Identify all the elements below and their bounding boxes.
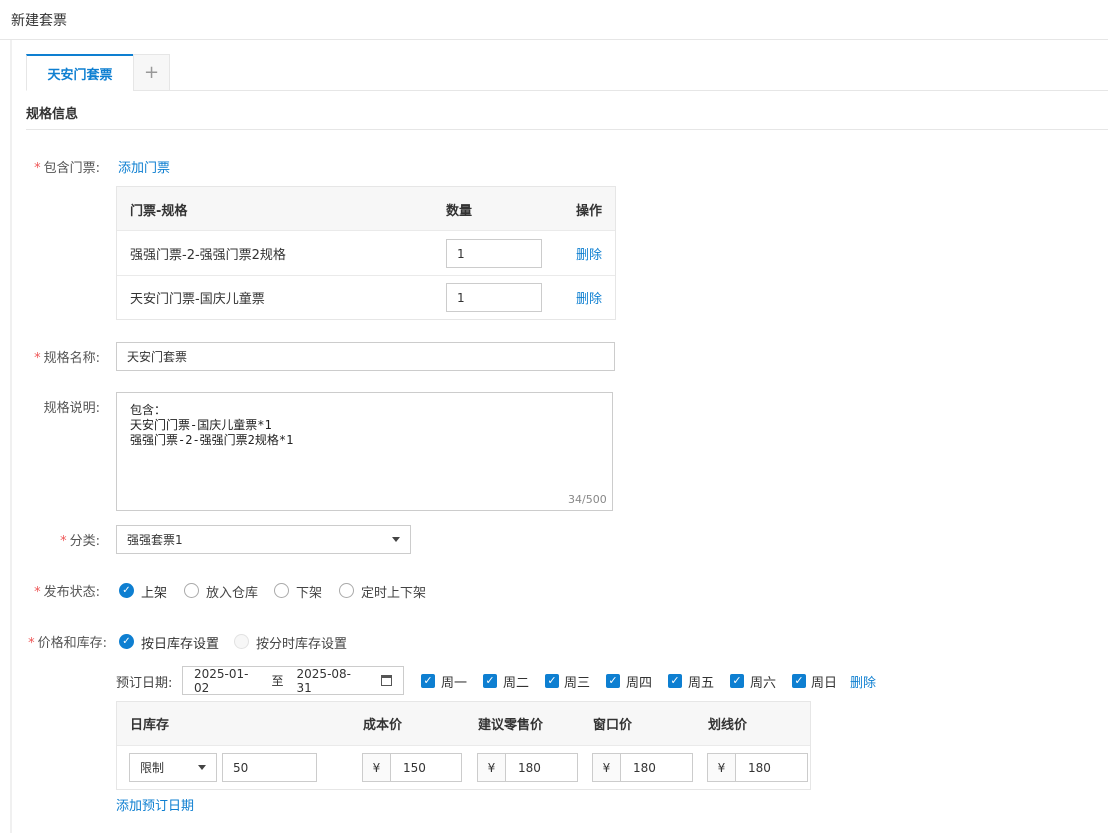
quantity-input[interactable]: 1 (446, 239, 542, 268)
calendar-icon (381, 675, 393, 686)
price-value: 150 (403, 760, 426, 775)
booking-label: 预订日期: (116, 676, 173, 691)
retail-price-field[interactable]: ¥ 180 (477, 753, 578, 782)
ticket-row-name: 天安门门票-国庆儿童票 (130, 292, 265, 307)
spec-name-label: * 规格名称: (34, 351, 100, 366)
start-date: 2025-01-02 (194, 666, 249, 695)
radio-warehouse[interactable] (184, 583, 199, 598)
tab-label: 天安门套票 (47, 67, 113, 83)
price-stock-label: * 价格和库存: (28, 636, 107, 651)
radio-label: 定时上下架 (361, 586, 427, 601)
caret-down-icon (198, 765, 206, 770)
weekday-label: 周一 (441, 676, 468, 691)
strike-price-field[interactable]: ¥ 180 (707, 753, 808, 782)
category-select[interactable]: 强强套票1 (116, 525, 411, 554)
price-table-header (117, 702, 810, 745)
weekday-label: 周二 (503, 676, 530, 691)
checkbox-sun[interactable]: ✓ (792, 674, 806, 688)
checkbox-fri[interactable]: ✓ (668, 674, 682, 688)
col-ticket-spec: 门票-规格 (130, 204, 188, 219)
page-title: 新建套票 (11, 13, 67, 29)
col-action: 操作 (576, 204, 603, 219)
row-divider (117, 745, 810, 746)
section-title: 规格信息 (26, 107, 79, 122)
price-value: 180 (518, 760, 541, 775)
delete-ticket-link[interactable]: 删除 (576, 244, 602, 263)
row-divider (117, 275, 615, 276)
tickets-label: * 包含门票: (34, 161, 100, 176)
radio-publish-on[interactable]: ✓ (119, 583, 134, 598)
cost-price-field[interactable]: ¥ 150 (362, 753, 462, 782)
yen-icon: ¥ (478, 754, 506, 781)
add-booking-date-link[interactable]: 添加预订日期 (116, 795, 194, 814)
plus-icon: + (143, 62, 160, 83)
add-ticket-link[interactable]: 添加门票 (118, 157, 170, 176)
end-date: 2025-08-31 (296, 666, 351, 695)
delete-date-link[interactable]: 删除 (850, 672, 876, 691)
checkbox-mon[interactable]: ✓ (421, 674, 435, 688)
radio-off-shelf[interactable] (274, 583, 289, 598)
tabs-divider (26, 90, 1108, 91)
checkbox-tue[interactable]: ✓ (483, 674, 497, 688)
col-window-price: 窗口价 (593, 718, 633, 733)
stock-quantity-input[interactable]: 50 (222, 753, 317, 782)
radio-label: 下架 (296, 586, 323, 601)
radio-timeslot-stock[interactable] (234, 634, 249, 649)
char-counter: 34/500 (568, 493, 607, 506)
radio-label: 按分时库存设置 (256, 637, 348, 652)
range-separator: 至 (271, 674, 284, 688)
ticket-row-name: 强强门票-2-强强门票2规格 (130, 248, 286, 263)
weekday-label: 周三 (564, 676, 591, 691)
col-daily-stock: 日库存 (130, 718, 170, 733)
left-divider (10, 40, 12, 833)
tab-tiananmen-package[interactable]: 天安门套票 (26, 54, 134, 91)
weekday-label: 周四 (626, 676, 653, 691)
stock-mode-value: 限制 (140, 761, 165, 775)
quantity-input[interactable]: 1 (446, 283, 542, 312)
price-value: 180 (748, 760, 771, 775)
publish-label: * 发布状态: (34, 585, 100, 600)
delete-ticket-link[interactable]: 删除 (576, 288, 602, 307)
checkbox-thu[interactable]: ✓ (606, 674, 620, 688)
date-range-picker[interactable]: 2025-01-02 至 2025-08-31 (182, 666, 404, 695)
spec-desc-label: 规格说明: (43, 401, 100, 416)
weekday-label: 周日 (811, 676, 838, 691)
spec-name-input[interactable]: 天安门套票 (116, 342, 615, 371)
col-strike-price: 划线价 (708, 718, 748, 733)
stock-mode-select[interactable]: 限制 (129, 753, 217, 782)
col-retail-price: 建议零售价 (478, 718, 544, 733)
radio-label: 上架 (141, 586, 168, 601)
price-value: 180 (633, 760, 656, 775)
weekday-label: 周五 (688, 676, 715, 691)
col-cost-price: 成本价 (363, 718, 403, 733)
window-price-field[interactable]: ¥ 180 (592, 753, 693, 782)
caret-down-icon (392, 537, 400, 542)
yen-icon: ¥ (363, 754, 391, 781)
checkbox-wed[interactable]: ✓ (545, 674, 559, 688)
add-tab-button[interactable]: + (133, 54, 170, 91)
tickets-table-header (117, 187, 615, 230)
weekday-label: 周六 (750, 676, 777, 691)
yen-icon: ¥ (593, 754, 621, 781)
row-divider (117, 230, 615, 231)
radio-daily-stock[interactable]: ✓ (119, 634, 134, 649)
spec-desc-textarea[interactable]: 包含： 天安门门票-国庆儿童票*1 强强门票-2-强强门票2规格*1 (116, 392, 613, 511)
radio-label: 放入仓库 (206, 586, 259, 601)
checkbox-sat[interactable]: ✓ (730, 674, 744, 688)
col-quantity: 数量 (446, 204, 473, 219)
section-divider (26, 129, 1108, 130)
yen-icon: ¥ (708, 754, 736, 781)
radio-label: 按日库存设置 (141, 637, 220, 652)
page-header (0, 0, 1108, 40)
category-label: * 分类: (60, 534, 100, 549)
radio-scheduled[interactable] (339, 583, 354, 598)
category-value: 强强套票1 (127, 533, 183, 547)
